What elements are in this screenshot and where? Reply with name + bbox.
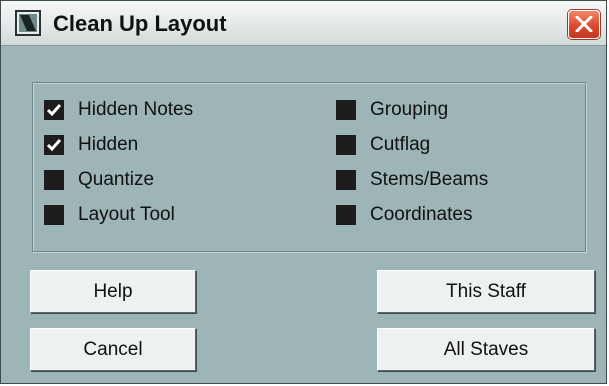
option-row[interactable]: Hidden Notes	[44, 98, 193, 122]
option-row[interactable]: Hidden	[44, 133, 138, 157]
dialog-title: Clean Up Layout	[53, 11, 227, 36]
close-icon	[575, 16, 593, 32]
cancel-button[interactable]: Cancel	[30, 328, 196, 371]
option-row[interactable]: Cutflag	[336, 133, 430, 157]
option-row[interactable]: Stems/Beams	[336, 168, 488, 192]
option-label: Grouping	[370, 99, 449, 120]
option-label: Coordinates	[370, 204, 473, 225]
close-button[interactable]	[568, 10, 600, 39]
title-bar[interactable]: Clean Up Layout	[1, 1, 606, 46]
this-staff-button[interactable]: This Staff	[377, 270, 595, 313]
option-label: Cutflag	[370, 134, 431, 155]
option-checkbox[interactable]	[336, 170, 356, 190]
option-checkbox[interactable]	[336, 135, 356, 155]
option-row[interactable]: Layout Tool	[44, 203, 175, 227]
option-label: Hidden Notes	[78, 99, 194, 120]
option-label: Layout Tool	[78, 204, 175, 225]
option-checkbox[interactable]	[44, 205, 64, 225]
option-checkbox[interactable]	[44, 135, 64, 155]
option-checkbox[interactable]	[44, 170, 64, 190]
app-icon	[15, 10, 41, 36]
option-checkbox[interactable]	[336, 100, 356, 120]
check-icon	[46, 139, 62, 152]
option-checkbox[interactable]	[44, 100, 64, 120]
option-row[interactable]: Grouping	[336, 98, 448, 122]
all-staves-button[interactable]: All Staves	[377, 328, 595, 371]
option-label: Stems/Beams	[370, 169, 489, 190]
dialog-window: Clean Up Layout Hidden Notes Hidden Quanti…	[0, 0, 607, 384]
option-label: Quantize	[78, 169, 155, 190]
option-row[interactable]: Quantize	[44, 168, 154, 192]
option-row[interactable]: Coordinates	[336, 203, 472, 227]
help-button[interactable]: Help	[30, 270, 196, 313]
option-checkbox[interactable]	[336, 205, 356, 225]
option-label: Hidden	[78, 134, 139, 155]
check-icon	[46, 104, 62, 117]
